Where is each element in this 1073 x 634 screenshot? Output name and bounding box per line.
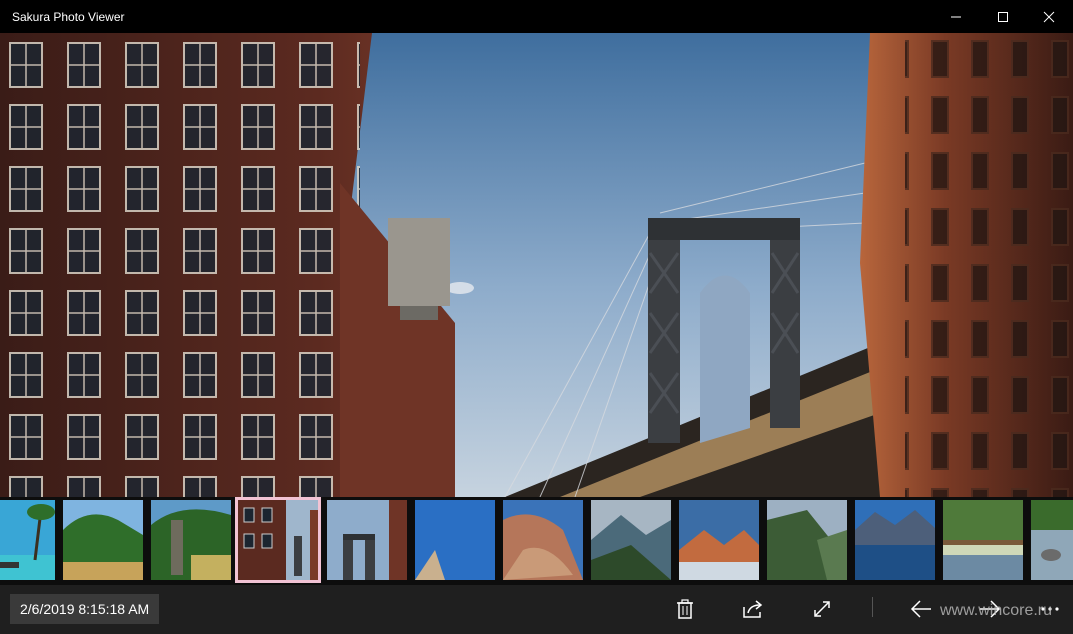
main-photo[interactable] — [0, 33, 1073, 497]
minimize-button[interactable] — [933, 0, 979, 33]
thumbnail-desert-rock[interactable] — [503, 500, 583, 580]
toolbar-divider — [872, 597, 873, 617]
thumbnail-green-slopes[interactable] — [767, 500, 847, 580]
close-icon — [1043, 11, 1055, 22]
thumbnail-brick-buildings-bridge[interactable] — [235, 497, 321, 583]
photo-image — [0, 33, 1073, 497]
title-bar: Sakura Photo Viewer — [0, 0, 1073, 34]
minimize-icon — [951, 16, 961, 17]
photo-timestamp: 2/6/2019 8:15:18 AM — [10, 594, 160, 624]
thumbnail-waterfall-cliff[interactable] — [151, 500, 231, 580]
arrow-left-icon — [910, 600, 931, 618]
thumbnail-bridge-tower[interactable] — [327, 500, 407, 580]
share-icon — [743, 600, 763, 618]
thumbnail-alpine-lake[interactable] — [855, 500, 935, 580]
thumbnail-river-rocks[interactable] — [1031, 500, 1073, 580]
thumbnail-green-cliff-coast[interactable] — [63, 500, 143, 580]
watermark: www.wincore.ru — [940, 602, 1053, 619]
thumbnail-sunset-mountains[interactable] — [679, 500, 759, 580]
bottom-toolbar: 2/6/2019 8:15:18 AM www.wincore.ru — [0, 585, 1073, 634]
thumbnail-blue-sky[interactable] — [415, 500, 495, 580]
thumbnail-footbridge-trees[interactable] — [943, 500, 1023, 580]
thumbnail-strip[interactable] — [0, 497, 1073, 585]
share-button[interactable] — [737, 594, 769, 624]
fullscreen-button[interactable] — [806, 594, 838, 624]
maximize-icon — [998, 11, 1008, 22]
thumbnail-mountain-valley[interactable] — [591, 500, 671, 580]
fullscreen-icon — [814, 601, 830, 617]
delete-button[interactable] — [669, 594, 701, 624]
close-button[interactable] — [1026, 0, 1072, 33]
trash-icon — [677, 599, 693, 619]
app-title: Sakura Photo Viewer — [12, 9, 125, 24]
maximize-button[interactable] — [980, 0, 1026, 33]
previous-button[interactable] — [905, 594, 937, 624]
thumbnail-beach-palm[interactable] — [0, 500, 55, 580]
